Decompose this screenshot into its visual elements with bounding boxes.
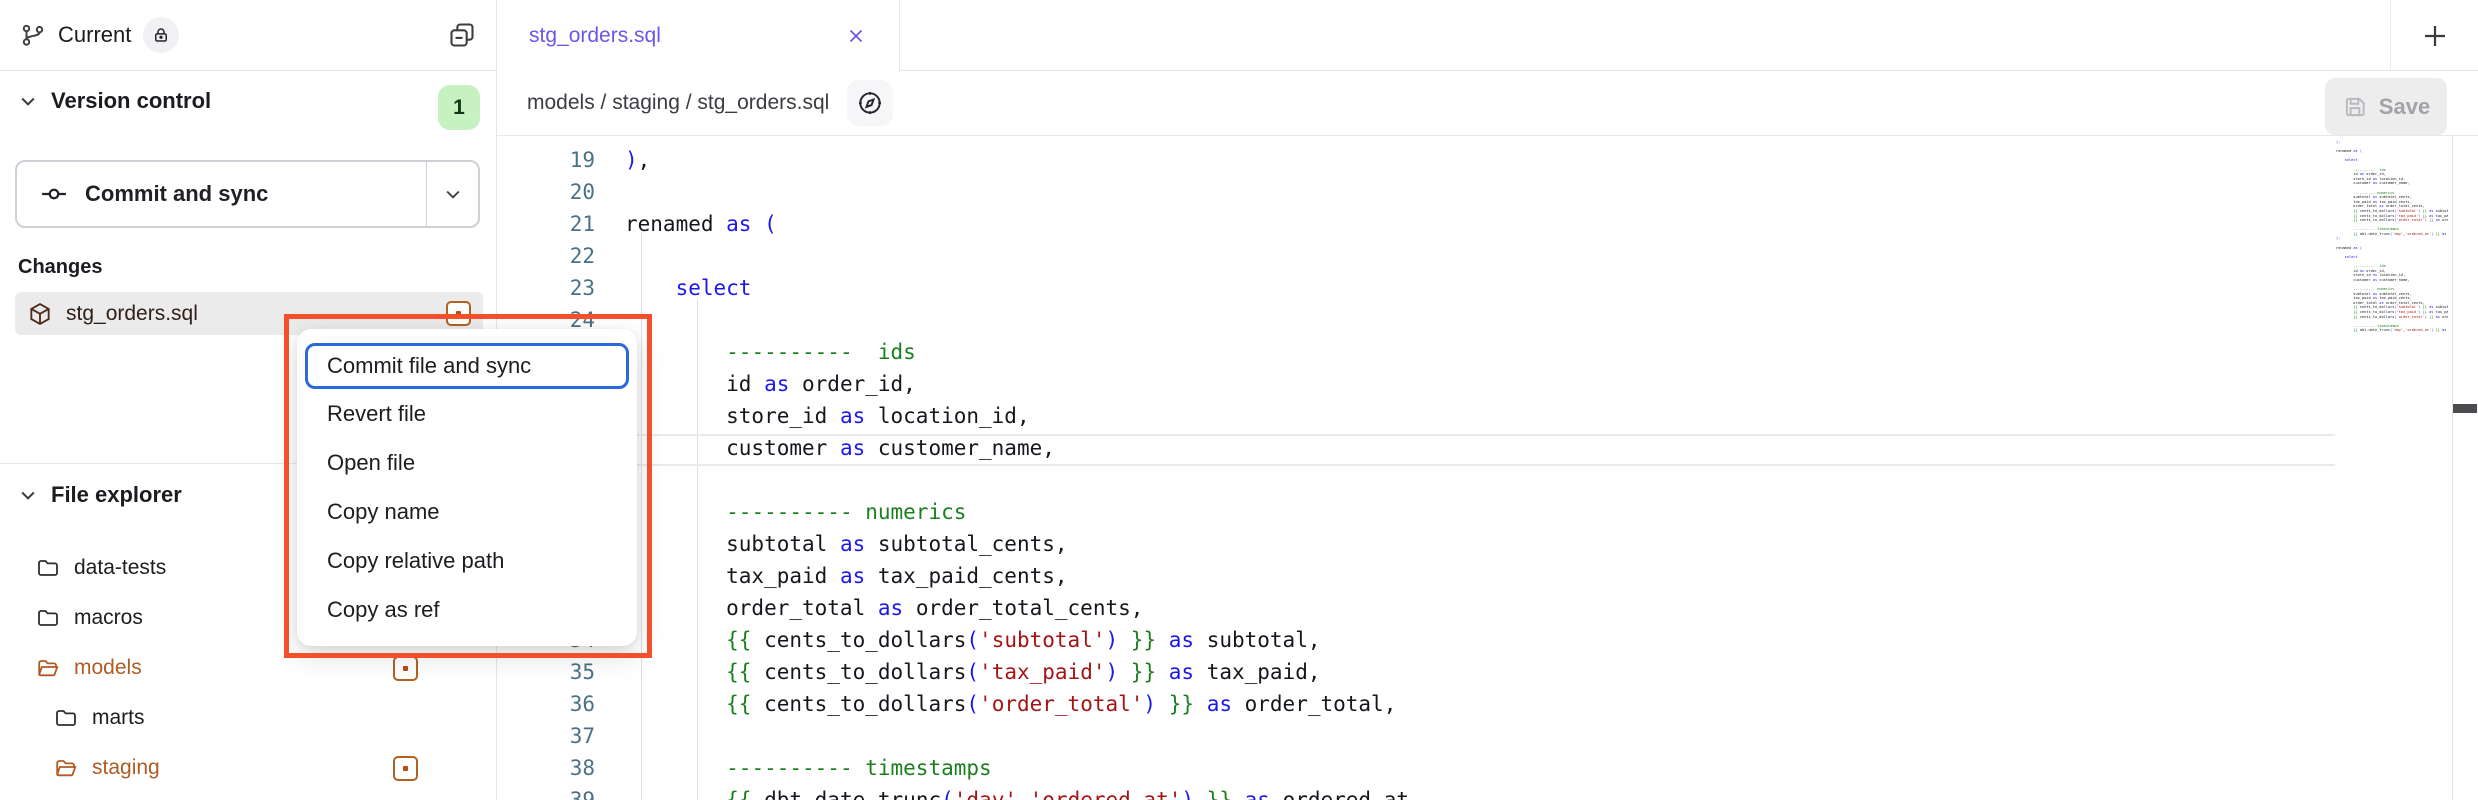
menu-item-commit-file-and-sync[interactable]: Commit file and sync: [305, 343, 629, 389]
menu-item-open-file[interactable]: Open file: [297, 438, 637, 487]
folder-label: staging: [92, 756, 160, 780]
version-control-header[interactable]: Version control: [18, 88, 211, 114]
minimap[interactable]: ), renamed as ( select ---------- ids id…: [2336, 140, 2448, 470]
minimap-divider: [2452, 136, 2453, 800]
tabbar-separator: [2390, 0, 2391, 71]
folder-open-icon: [54, 756, 78, 780]
changed-file-name: stg_orders.sql: [66, 302, 198, 326]
folder-label: marts: [92, 706, 145, 730]
tab-label: stg_orders.sql: [529, 24, 661, 48]
scrollbar-marker[interactable]: [2453, 404, 2477, 413]
folder-closed-icon: [54, 706, 78, 730]
version-control-title: Version control: [51, 88, 211, 114]
commit-and-sync-split-button: Commit and sync: [15, 160, 480, 228]
changes-section-label: Changes: [18, 256, 102, 279]
menu-item-copy-name[interactable]: Copy name: [297, 487, 637, 536]
commit-and-sync-label: Commit and sync: [85, 181, 268, 207]
floppy-icon: [2342, 94, 2368, 120]
git-branch-icon: [20, 22, 46, 48]
menu-item-copy-as-ref[interactable]: Copy as ref: [297, 585, 637, 634]
sidebar-item-staging[interactable]: staging: [0, 743, 497, 793]
file-explorer-header[interactable]: File explorer: [18, 482, 182, 508]
modified-indicator-icon: [446, 301, 471, 326]
modified-indicator-icon: [393, 756, 418, 781]
lock-icon: [143, 17, 179, 53]
changes-count-badge: 1: [438, 85, 480, 130]
model-cube-icon: [27, 301, 53, 327]
sidebar-item-marts[interactable]: marts: [0, 693, 497, 743]
folder-label: data-tests: [74, 556, 166, 580]
menu-item-revert-file[interactable]: Revert file: [297, 389, 637, 438]
new-tab-button[interactable]: [2413, 14, 2457, 58]
breadcrumb: models / staging / stg_orders.sql: [527, 91, 829, 115]
tab-bar: stg_orders.sql: [497, 0, 2478, 71]
copy-icon[interactable]: [448, 21, 476, 49]
git-commit-icon: [39, 179, 69, 209]
branch-bar: Current: [0, 0, 496, 71]
file-explorer-title: File explorer: [51, 482, 182, 508]
tab-stg-orders[interactable]: stg_orders.sql: [497, 0, 900, 72]
commit-and-sync-button[interactable]: Commit and sync: [17, 162, 426, 226]
compass-icon[interactable]: [847, 80, 893, 126]
branch-name: Current: [58, 22, 131, 48]
folder-label: macros: [74, 606, 143, 630]
file-context-menu: Commit file and sync Revert file Open fi…: [297, 329, 637, 646]
editor-pane: stg_orders.sql models / staging / stg_or…: [497, 0, 2478, 800]
commit-options-dropdown[interactable]: [426, 162, 478, 226]
folder-label: models: [74, 656, 142, 680]
folder-open-icon: [36, 656, 60, 680]
chevron-down-icon: [18, 485, 38, 505]
breadcrumb-bar: models / staging / stg_orders.sql Save: [497, 71, 2478, 136]
chevron-down-icon: [18, 91, 38, 111]
close-icon[interactable]: [845, 25, 867, 47]
sidebar-item-models[interactable]: models: [0, 643, 497, 693]
save-label: Save: [2379, 94, 2430, 120]
save-button[interactable]: Save: [2325, 78, 2447, 135]
menu-item-copy-relative-path[interactable]: Copy relative path: [297, 536, 637, 585]
folder-closed-icon: [36, 606, 60, 630]
code-editor[interactable]: 19),2021renamed as (2223 select2425 ----…: [497, 136, 2478, 800]
folder-closed-icon: [36, 556, 60, 580]
modified-indicator-icon: [393, 656, 418, 681]
